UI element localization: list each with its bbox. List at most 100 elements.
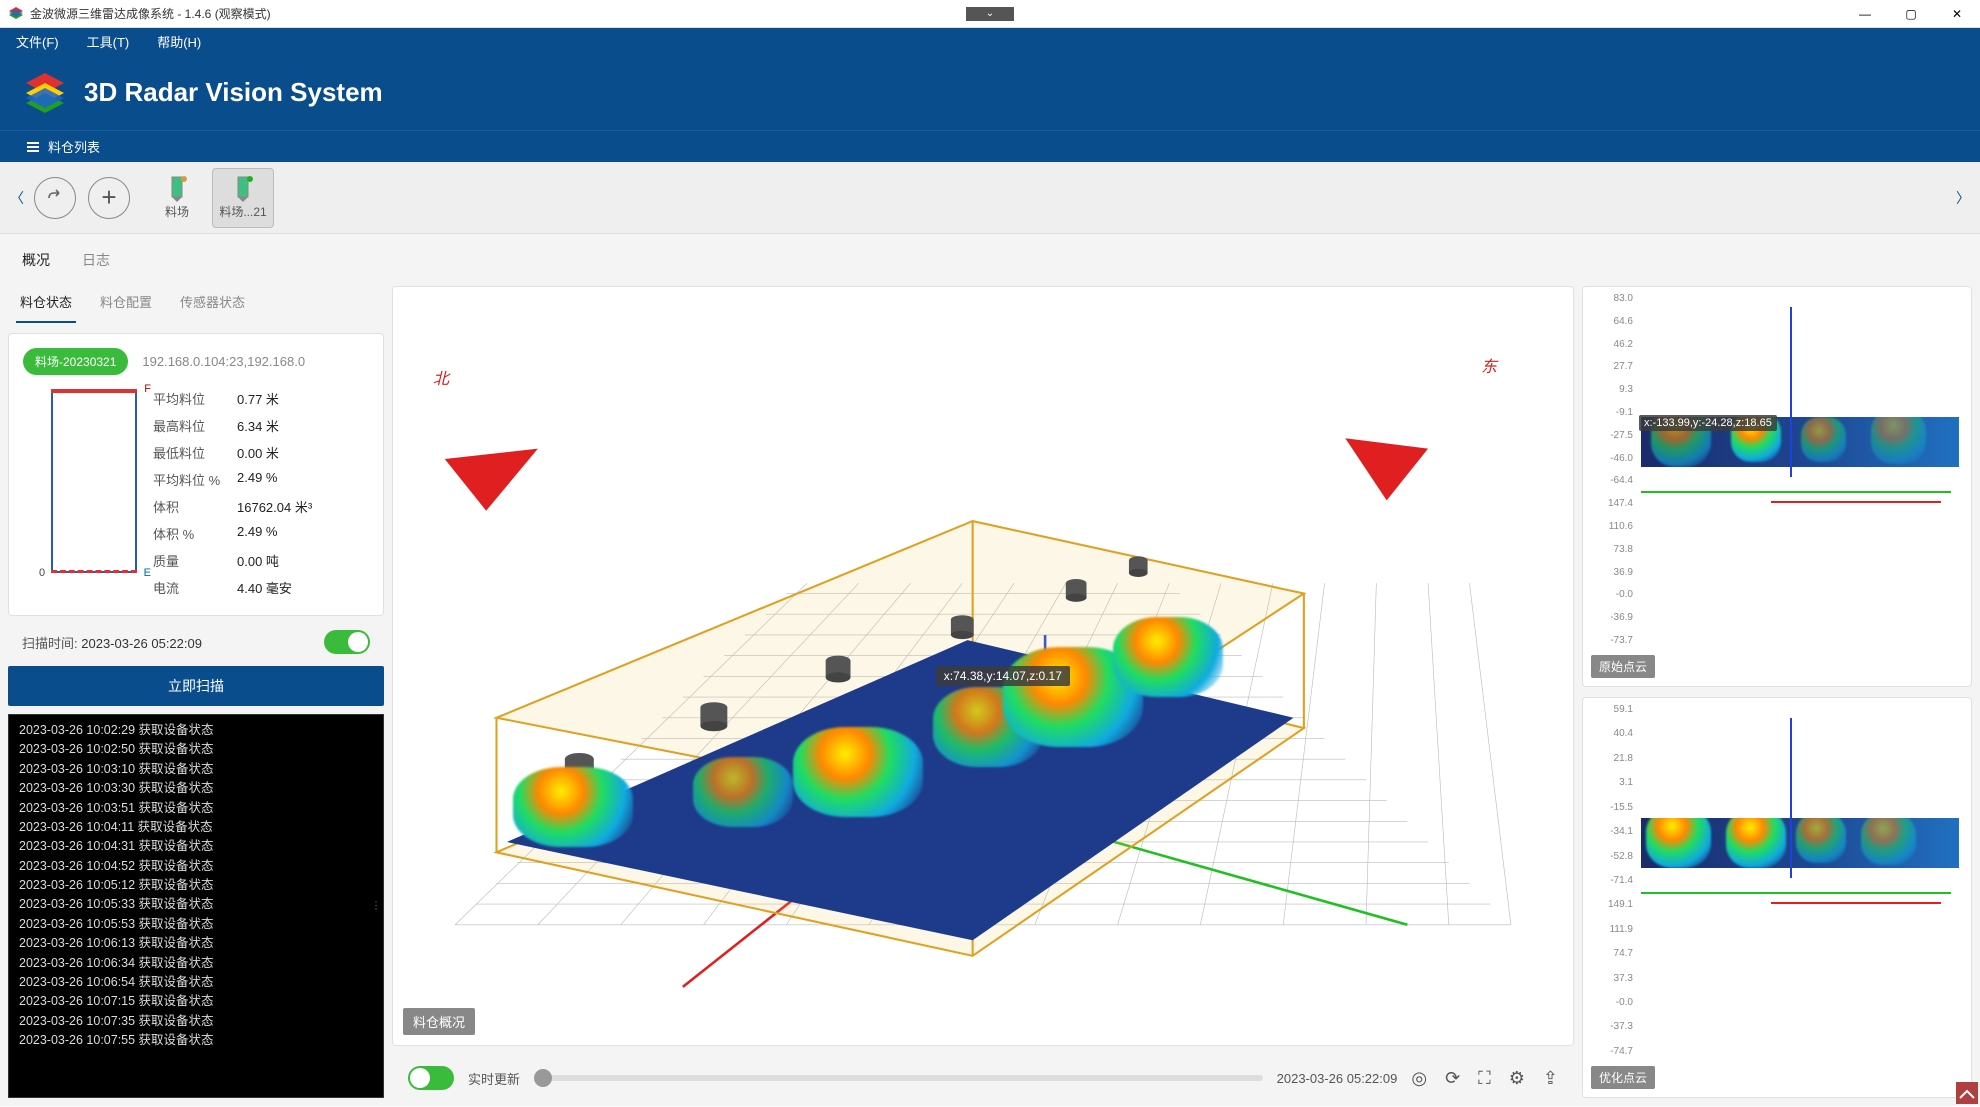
menu-file[interactable]: 文件(F) — [16, 32, 59, 51]
view-tab-log[interactable]: 日志 — [82, 250, 110, 270]
metric-row: 体积16762.04 米³ — [153, 493, 369, 520]
metric-row: 电流4.40 毫安 — [153, 574, 369, 601]
metric-value: 0.77 米 — [237, 389, 279, 408]
tick-label: 46.2 — [1593, 339, 1633, 350]
content-area: 概况 日志 料仓状态 料仓配置 传感器状态 料场-20230321 192.16… — [0, 234, 1980, 1106]
log-line: 2023-03-26 10:03:30 获取设备状态 — [19, 779, 373, 798]
log-line: 2023-03-26 10:05:53 获取设备状态 — [19, 915, 373, 934]
export-icon[interactable]: ⇪ — [1543, 1068, 1558, 1089]
close-button[interactable]: ✕ — [1934, 0, 1980, 28]
scan-now-button[interactable]: 立即扫描 — [8, 666, 384, 706]
realtime-toggle[interactable] — [408, 1066, 454, 1090]
add-button[interactable]: + — [88, 177, 130, 219]
tick-label: -0.0 — [1593, 589, 1633, 600]
back-button[interactable] — [34, 177, 76, 219]
bin-tab-label: 料场 — [165, 203, 189, 220]
view-tab-overview[interactable]: 概况 — [22, 250, 50, 270]
auto-scan-toggle[interactable] — [324, 630, 370, 654]
tick-label: 83.0 — [1593, 293, 1633, 304]
tab-dropdown[interactable]: ⌄ — [966, 7, 1014, 21]
sub-header: 料仓列表 — [0, 130, 1980, 162]
log-line: 2023-03-26 10:02:29 获取设备状态 — [19, 721, 373, 740]
nav-left-icon[interactable]: 〈 — [6, 162, 28, 233]
tick-label: -71.4 — [1593, 875, 1633, 886]
corner-indicator-icon[interactable] — [1956, 1082, 1978, 1104]
time-slider[interactable] — [534, 1075, 1263, 1081]
log-line: 2023-03-26 10:06:13 获取设备状态 — [19, 934, 373, 953]
window-title: 金波微源三维雷达成像系统 - 1.4.6 (观察模式) — [30, 5, 271, 22]
minimize-button[interactable]: — — [1842, 0, 1888, 28]
center-panel: 北 东 x:74.38,y:14.07,z:0.17 料仓概况 实时更新 202… — [392, 286, 1574, 1098]
menu-tool[interactable]: 工具(T) — [87, 32, 130, 51]
axis-ticks: 59.140.421.83.1-15.5-34.1-52.8-71.4149.1… — [1593, 704, 1633, 1057]
refresh-icon[interactable]: ⟳ — [1445, 1068, 1460, 1089]
log-resize-handle[interactable]: ⋮ — [371, 898, 381, 914]
target-icon[interactable]: ◎ — [1411, 1068, 1427, 1089]
tick-label: -52.8 — [1593, 851, 1633, 862]
main-3d-view[interactable]: 北 东 x:74.38,y:14.07,z:0.17 料仓概况 — [392, 286, 1574, 1046]
left-panel: 概况 日志 料仓状态 料仓配置 传感器状态 料场-20230321 192.16… — [8, 242, 384, 1098]
metric-value: 6.34 米 — [237, 416, 279, 435]
tick-label: 110.6 — [1593, 521, 1633, 532]
app-icon — [8, 6, 24, 22]
gauge-zero-label: 0 — [39, 567, 45, 579]
metric-value: 2.49 % — [237, 524, 277, 543]
metric-row: 质量0.00 吨 — [153, 547, 369, 574]
app-header: 3D Radar Vision System — [0, 54, 1980, 130]
tick-label: 9.3 — [1593, 384, 1633, 395]
metric-label: 体积 % — [153, 524, 237, 543]
compass-east-label: 东 — [1481, 353, 1497, 377]
status-card: 料场-20230321 192.168.0.104:23,192.168.0 F… — [8, 333, 384, 616]
log-console[interactable]: ⋮ 2023-03-26 10:02:29 获取设备状态 2023-03-26 1… — [8, 714, 384, 1098]
footer-timestamp: 2023-03-26 05:22:09 — [1277, 1071, 1398, 1086]
log-line: 2023-03-26 10:06:34 获取设备状态 — [19, 954, 373, 973]
nav-right-icon[interactable]: 〉 — [1952, 162, 1974, 233]
info-tab-sensor[interactable]: 传感器状态 — [176, 284, 249, 323]
tick-label: 3.1 — [1593, 777, 1633, 788]
silo-icon — [166, 175, 188, 203]
tick-label: -0.0 — [1593, 997, 1633, 1008]
toolbar: 〈 + 料场 料场...21 〉 — [0, 162, 1980, 234]
tick-label: -46.0 — [1593, 453, 1633, 464]
metric-row: 最低料位0.00 米 — [153, 439, 369, 466]
tick-label: 40.4 — [1593, 728, 1633, 739]
maximize-button[interactable]: ▢ — [1888, 0, 1934, 28]
tick-label: 149.1 — [1593, 899, 1633, 910]
metric-label: 平均料位 — [153, 389, 237, 408]
cursor-tooltip: x:74.38,y:14.07,z:0.17 — [936, 666, 1070, 686]
menu-help[interactable]: 帮助(H) — [157, 32, 201, 51]
tick-label: 21.8 — [1593, 753, 1633, 764]
metric-value: 0.00 吨 — [237, 551, 279, 570]
raw-label-badge: 原始点云 — [1591, 655, 1655, 678]
raw-pointcloud-view[interactable]: 83.064.646.227.79.3-9.1-27.5-46.0-64.414… — [1582, 286, 1972, 687]
info-tab-config[interactable]: 料仓配置 — [96, 284, 156, 323]
level-gauge: F E 0 — [23, 385, 139, 581]
opt-label-badge: 优化点云 — [1591, 1066, 1655, 1089]
metric-label: 电流 — [153, 578, 237, 597]
metric-value: 2.49 % — [237, 470, 277, 489]
metric-label: 体积 — [153, 497, 237, 516]
metric-row: 平均料位 %2.49 % — [153, 466, 369, 493]
optimized-pointcloud-view[interactable]: 59.140.421.83.1-15.5-34.1-52.8-71.4149.1… — [1582, 697, 1972, 1098]
realtime-label: 实时更新 — [468, 1069, 520, 1088]
gauge-full-label: F — [144, 383, 151, 395]
silo-icon — [232, 175, 254, 203]
metric-label: 最低料位 — [153, 443, 237, 462]
log-line: 2023-03-26 10:03:51 获取设备状态 — [19, 799, 373, 818]
log-line: 2023-03-26 10:05:33 获取设备状态 — [19, 895, 373, 914]
bin-tab-label: 料场...21 — [219, 203, 266, 220]
log-line: 2023-03-26 10:05:12 获取设备状态 — [19, 876, 373, 895]
metric-label: 质量 — [153, 551, 237, 570]
fullscreen-icon[interactable]: ⛶ — [1478, 1068, 1491, 1089]
tick-label: -73.7 — [1593, 635, 1633, 646]
axis-ticks: 83.064.646.227.79.3-9.1-27.5-46.0-64.414… — [1593, 293, 1633, 646]
metric-value: 16762.04 米³ — [237, 497, 312, 516]
log-line: 2023-03-26 10:04:52 获取设备状态 — [19, 857, 373, 876]
bin-tab-1[interactable]: 料场...21 — [212, 168, 274, 228]
tick-label: 36.9 — [1593, 567, 1633, 578]
gear-icon[interactable]: ⚙ — [1509, 1068, 1525, 1089]
info-tab-status[interactable]: 料仓状态 — [16, 284, 76, 323]
log-line: 2023-03-26 10:07:35 获取设备状态 — [19, 1012, 373, 1031]
right-panel: 83.064.646.227.79.3-9.1-27.5-46.0-64.414… — [1582, 286, 1972, 1098]
bin-tab-0[interactable]: 料场 — [146, 168, 208, 228]
